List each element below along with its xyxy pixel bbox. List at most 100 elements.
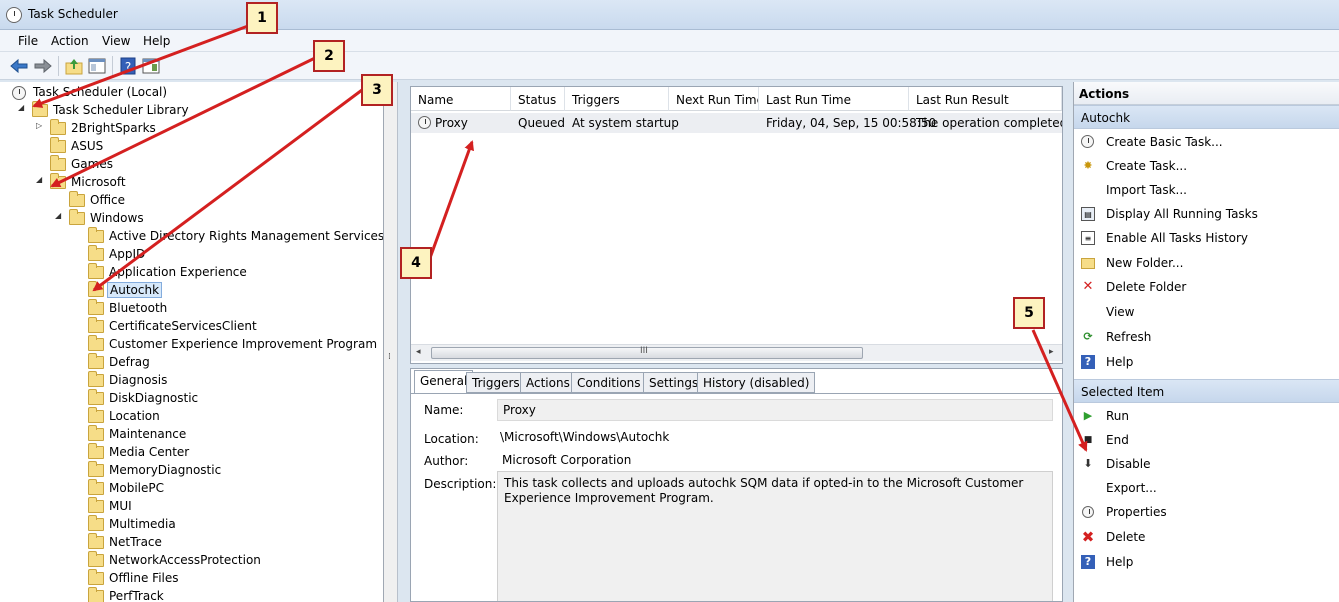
expanded-triangle-icon[interactable]: ◢ (36, 175, 46, 184)
tree-item-diskdiagnostic[interactable]: DiskDiagnostic (74, 389, 374, 408)
tree-item-office[interactable]: Office (55, 191, 375, 210)
disable-icon: ⬇ (1083, 457, 1093, 470)
tab-conditions[interactable]: Conditions (571, 372, 647, 393)
action-create-task[interactable]: ✸ Create Task... (1074, 154, 1339, 178)
tree-item-certificateservicesclient[interactable]: CertificateServicesClient (74, 317, 374, 336)
action-enable-history[interactable]: ≡ Enable All Tasks History (1074, 226, 1339, 250)
action-properties[interactable]: Properties (1074, 500, 1339, 524)
folder-icon (88, 461, 104, 477)
name-field[interactable]: Proxy (497, 399, 1053, 421)
action-new-folder[interactable]: New Folder... (1074, 251, 1339, 275)
collapsed-triangle-icon[interactable]: ▷ (36, 121, 46, 130)
show-hide-action-pane-icon[interactable] (141, 56, 161, 76)
folder-icon (88, 353, 104, 369)
action-import-task[interactable]: Import Task... (1074, 178, 1339, 202)
folder-icon (88, 263, 104, 279)
action-view[interactable]: View (1074, 300, 1339, 324)
scrollbar-thumb[interactable]: III (431, 346, 863, 359)
tree-item-ceip[interactable]: Customer Experience Improvement Program (74, 335, 377, 354)
column-header-last-run[interactable]: Last Run Time (759, 87, 909, 111)
menu-help[interactable]: Help (143, 34, 170, 48)
help-icon: ? (1081, 555, 1095, 569)
tree-item-networkaccessprotection[interactable]: NetworkAccessProtection (74, 551, 374, 570)
callout-3: 3 (361, 74, 393, 106)
tree-item-nettrace[interactable]: NetTrace (74, 533, 374, 552)
action-help-folder[interactable]: ? Help (1074, 350, 1339, 374)
horizontal-scrollbar[interactable]: ◂ III ▸ (411, 344, 1062, 361)
column-header-triggers[interactable]: Triggers (565, 87, 669, 111)
menu-bar: File Action View Help (0, 30, 1339, 52)
action-export[interactable]: Export... (1074, 476, 1339, 500)
tree-item-memorydiagnostic[interactable]: MemoryDiagnostic (74, 461, 374, 480)
tree-item-appid[interactable]: AppID (74, 245, 374, 264)
help-icon[interactable]: ? (118, 56, 138, 76)
expanded-triangle-icon[interactable]: ◢ (55, 211, 65, 220)
tab-settings[interactable]: Settings (643, 372, 705, 393)
location-label: Location: (424, 432, 479, 446)
action-refresh[interactable]: ⟳ Refresh (1074, 325, 1339, 349)
tree-item-microsoft[interactable]: ◢ Microsoft (36, 173, 376, 192)
tree-item-autochk[interactable]: Autochk (74, 281, 374, 300)
description-label: Description: (424, 477, 497, 491)
tab-history[interactable]: History (disabled) (697, 372, 816, 393)
tree-item-maintenance[interactable]: Maintenance (74, 425, 374, 444)
action-display-running[interactable]: ▤ Display All Running Tasks (1074, 202, 1339, 226)
tree-item-defrag[interactable]: Defrag (74, 353, 374, 372)
splitter-grip-icon[interactable]: ⁞ (388, 352, 391, 362)
back-arrow-icon[interactable] (9, 56, 29, 76)
tree-item-bluetooth[interactable]: Bluetooth (74, 299, 374, 318)
tab-triggers[interactable]: Triggers (466, 372, 526, 393)
folder-icon (69, 191, 85, 207)
up-folder-icon[interactable] (64, 56, 84, 76)
tree-item-windows[interactable]: ◢ Windows (55, 209, 375, 228)
section-selected-item[interactable]: Selected Item (1074, 379, 1339, 403)
section-autochk[interactable]: Autochk (1074, 105, 1339, 129)
tree-item-application-experience[interactable]: Application Experience (74, 263, 374, 282)
tree-item-mui[interactable]: MUI (74, 497, 374, 516)
scroll-left-icon[interactable]: ◂ (416, 347, 421, 357)
action-end[interactable]: ■ End (1074, 428, 1339, 452)
task-scheduler-icon (6, 7, 22, 23)
tab-general[interactable]: General (414, 370, 474, 394)
tree-library[interactable]: ◢ Task Scheduler Library (18, 101, 378, 120)
column-header-name[interactable]: Name (411, 87, 511, 111)
tree-item-diagnosis[interactable]: Diagnosis (74, 371, 374, 390)
action-delete-folder[interactable]: ✕ Delete Folder (1074, 275, 1339, 299)
tree-item-games[interactable]: Games (36, 155, 376, 174)
column-header-next-run[interactable]: Next Run Time (669, 87, 759, 111)
menu-action[interactable]: Action (51, 34, 89, 48)
folder-icon (88, 515, 104, 531)
callout-1: 1 (246, 2, 278, 34)
tree-root[interactable]: Task Scheduler (Local) (12, 84, 372, 102)
tree-item-asus[interactable]: ASUS (36, 137, 376, 156)
forward-arrow-icon[interactable] (33, 56, 53, 76)
tree-item-ad-rms-client[interactable]: Active Directory Rights Management Servi… (74, 227, 383, 246)
action-disable[interactable]: ⬇ Disable (1074, 452, 1339, 476)
tree-item-perftrack[interactable]: PerfTrack (74, 587, 374, 602)
tab-actions[interactable]: Actions (520, 372, 576, 393)
tree-item-2brightsparks[interactable]: ▷ 2BrightSparks (36, 119, 376, 138)
tree-item-media-center[interactable]: Media Center (74, 443, 374, 462)
tree-item-mobilepc[interactable]: MobilePC (74, 479, 374, 498)
tree-item-location[interactable]: Location (74, 407, 374, 426)
folder-icon (88, 497, 104, 513)
action-create-basic-task[interactable]: Create Basic Task... (1074, 130, 1339, 154)
column-header-last-result[interactable]: Last Run Result (909, 87, 1062, 111)
menu-file[interactable]: File (18, 34, 38, 48)
action-delete[interactable]: ✖ Delete (1074, 525, 1339, 549)
column-header-status[interactable]: Status (511, 87, 565, 111)
tree-item-offline-files[interactable]: Offline Files (74, 569, 374, 588)
task-name-cell: Proxy (435, 116, 468, 130)
expanded-triangle-icon[interactable]: ◢ (18, 103, 28, 112)
action-run[interactable]: ▶ Run (1074, 404, 1339, 428)
action-help-item[interactable]: ? Help (1074, 550, 1339, 574)
menu-view[interactable]: View (102, 34, 130, 48)
scroll-right-icon[interactable]: ▸ (1049, 347, 1054, 357)
show-hide-console-tree-icon[interactable] (87, 56, 107, 76)
description-field[interactable]: This task collects and uploads autochk S… (497, 471, 1053, 601)
folder-icon (88, 569, 104, 585)
table-row[interactable]: Proxy Queued At system startup Friday, 0… (411, 113, 1062, 133)
folder-icon (88, 587, 104, 602)
tree-item-multimedia[interactable]: Multimedia (74, 515, 374, 534)
pane-splitter[interactable]: ⁞ (384, 82, 398, 602)
